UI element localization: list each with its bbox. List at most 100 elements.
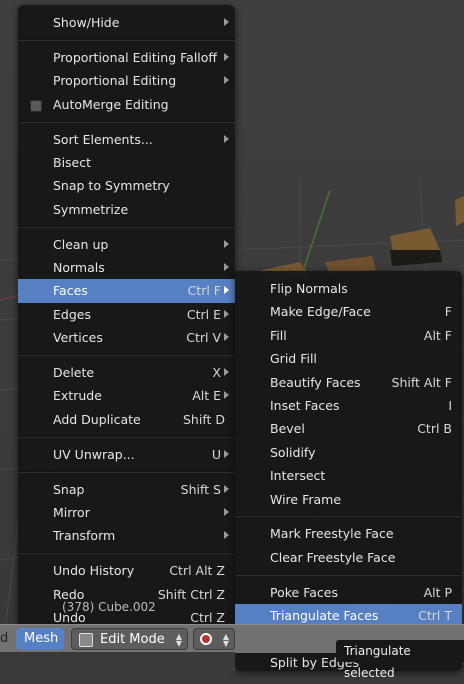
faces-menu-item-clear-freestyle-face[interactable]: Clear Freestyle Face [235, 546, 462, 569]
submenu-arrow-icon [224, 76, 229, 85]
faces-menu-item-wire-frame[interactable]: Wire Frame [235, 488, 462, 511]
submenu-arrow-icon [224, 286, 229, 295]
menu-item-shortcut: Ctrl Alt Z [169, 563, 225, 579]
submenu-arrow-icon [224, 309, 229, 318]
faces-menu-item-make-edge-face[interactable]: Make Edge/Face F [235, 300, 462, 323]
menu-item-label: Flip Normals [270, 281, 348, 296]
mesh-menu-item-add-duplicate[interactable]: Add Duplicate Shift D [18, 408, 235, 431]
faces-menu-item-inset-faces[interactable]: Inset Faces I [235, 394, 462, 417]
submenu-arrow-icon [224, 391, 229, 400]
menu-item-shortcut: Shift S [180, 481, 221, 497]
menu-item-label: Add Duplicate [53, 411, 141, 427]
mesh-menu-item-snap-to-symmetry[interactable]: Snap to Symmetry [18, 174, 235, 197]
mesh-menu-item-edges[interactable]: Edges Ctrl E [18, 303, 235, 326]
mesh-menu-item-symmetrize[interactable]: Symmetrize [18, 198, 235, 221]
menu-item-label: Proportional Editing [53, 73, 177, 89]
submenu-arrow-icon [224, 531, 229, 540]
faces-menu-item-intersect[interactable]: Intersect [235, 464, 462, 487]
menu-item-label: Sort Elements... [53, 131, 153, 147]
menu-item-label: Delete [53, 365, 95, 381]
menu-item-shortcut: Ctrl F [187, 283, 221, 299]
mesh-menu-item-mirror[interactable]: Mirror [18, 501, 235, 524]
menu-item-label: Normals [53, 260, 105, 276]
submenu-arrow-icon [224, 484, 229, 493]
faces-menu-item-flip-normals[interactable]: Flip Normals [235, 277, 462, 300]
select-menu-button[interactable]: d [0, 628, 14, 650]
submenu-arrow-icon [224, 239, 229, 248]
faces-menu-item-mark-freestyle-face[interactable]: Mark Freestyle Face [235, 522, 462, 545]
menu-item-shortcut: Ctrl B [417, 421, 452, 437]
mesh-menu-item-faces[interactable]: Faces Ctrl F [18, 279, 235, 303]
menu-item-shortcut: Alt F [423, 327, 452, 343]
submenu-arrow-icon [224, 508, 229, 517]
menu-item-label: Undo History [53, 563, 135, 579]
menu-item-label: Poke Faces [270, 584, 338, 600]
menu-item-label: Extrude [53, 388, 102, 404]
tooltip: Triangulate selected [336, 640, 464, 680]
submenu-arrow-icon [224, 449, 229, 458]
mesh-menu-item-proportional-editing-falloff[interactable]: Proportional Editing Falloff [18, 46, 235, 69]
menu-item-label: Mark Freestyle Face [270, 526, 394, 542]
menu-item-shortcut: Alt P [423, 584, 452, 600]
mesh-menu-item-snap[interactable]: Snap Shift S [18, 478, 235, 501]
edit-mode-icon [79, 633, 93, 647]
wooden-crate-objects [262, 196, 464, 282]
mesh-menu-item-extrude[interactable]: Extrude Alt E [18, 384, 235, 407]
mesh-menu-item-normals[interactable]: Normals [18, 256, 235, 279]
menu-item-label: Bevel [270, 421, 305, 437]
faces-menu-item-grid-fill[interactable]: Grid Fill [235, 347, 462, 370]
menu-item-label: Transform [53, 528, 116, 544]
menu-separator [18, 435, 235, 438]
faces-menu-item-bevel[interactable]: Bevel Ctrl B [235, 417, 462, 440]
submenu-arrow-icon [224, 18, 229, 26]
mesh-menu-item-vertices[interactable]: Vertices Ctrl V [18, 326, 235, 349]
menu-item-shortcut: Ctrl E [186, 306, 221, 322]
menu-item-label: Clean up [53, 236, 109, 252]
faces-menu-item-beautify-faces[interactable]: Beautify Faces Shift Alt F [235, 371, 462, 394]
menu-separator [18, 38, 235, 41]
mesh-menu-item-bisect[interactable]: Bisect [18, 151, 235, 174]
mesh-menu-item-clean-up[interactable]: Clean up [18, 233, 235, 256]
menu-item-label: Bisect [53, 154, 92, 170]
menu-item-label: Vertices [53, 330, 103, 346]
menu-item-shortcut: F [444, 304, 452, 320]
menu-item-shortcut: U [211, 446, 221, 462]
menu-item-label: Wire Frame [270, 491, 342, 507]
menu-separator [18, 552, 235, 555]
faces-menu-item-poke-faces[interactable]: Poke Faces Alt P [235, 581, 462, 604]
menu-separator [18, 470, 235, 473]
mesh-menu-item-automerge-editing[interactable]: AutoMerge Editing [18, 93, 235, 116]
updown-icon: ▲ ▼ [222, 632, 229, 648]
mesh-menu: Show/Hide Proportional Editing Falloff Pro… [18, 5, 235, 627]
menu-item-label: Symmetrize [53, 201, 129, 217]
menu-item-label: Edges [53, 306, 91, 322]
menu-item-label: Snap [53, 481, 85, 497]
menu-separator [18, 120, 235, 123]
faces-menu-item-fill[interactable]: Fill Alt F [235, 324, 462, 347]
mesh-menu-item-uv-unwrap[interactable]: UV Unwrap... U [18, 443, 235, 466]
menu-item-label: AutoMerge Editing [53, 96, 169, 112]
menu-separator [235, 573, 462, 576]
mesh-menu-button[interactable]: Mesh [16, 628, 64, 650]
menu-item-label: Clear Freestyle Face [270, 549, 396, 565]
mesh-menu-item-undo-history[interactable]: Undo History Ctrl Alt Z [18, 559, 235, 582]
menu-item-label: Beautify Faces [270, 374, 361, 390]
mesh-menu-item-delete[interactable]: Delete X [18, 361, 235, 384]
pivot-point-selector[interactable]: ▲ ▼ [193, 628, 235, 650]
mesh-menu-item-sort-elements[interactable]: Sort Elements... [18, 128, 235, 151]
menu-item-label: Mirror [53, 505, 90, 521]
menu-item-shortcut: Alt E [192, 388, 221, 404]
submenu-arrow-icon [224, 52, 229, 61]
object-info-label: (378) Cube.002 [62, 600, 156, 614]
faces-menu-item-solidify[interactable]: Solidify [235, 441, 462, 464]
mode-label: Edit Mode [100, 632, 165, 647]
mode-selector[interactable]: Edit Mode ▲ ▼ [71, 628, 188, 650]
submenu-arrow-icon [224, 134, 229, 143]
viewport-footer [0, 652, 235, 671]
mesh-menu-item-proportional-editing[interactable]: Proportional Editing [18, 69, 235, 92]
mesh-menu-item-transform[interactable]: Transform [18, 524, 235, 547]
menu-separator [235, 515, 462, 518]
mesh-menu-item-show-hide[interactable]: Show/Hide [18, 11, 235, 34]
menu-item-label: Show/Hide [53, 15, 120, 30]
checkbox-icon[interactable] [30, 99, 42, 112]
